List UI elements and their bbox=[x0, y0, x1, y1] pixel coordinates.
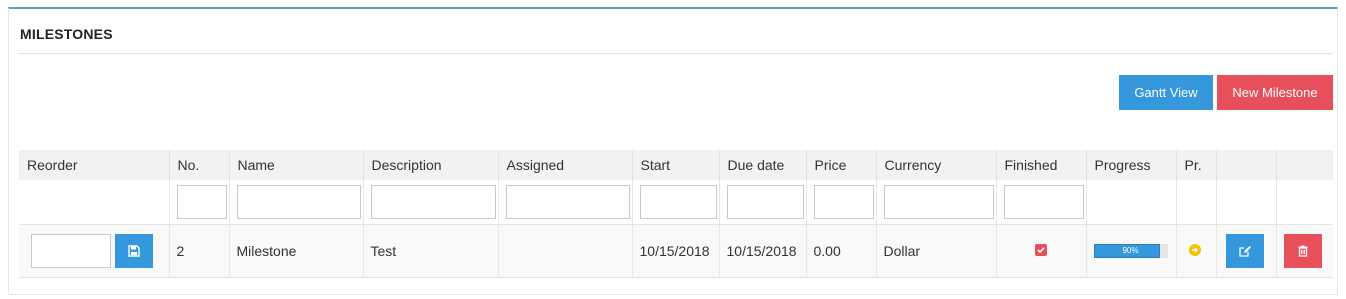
progress-label: 90% bbox=[1122, 246, 1139, 255]
col-assigned[interactable]: Assigned bbox=[497, 150, 632, 180]
filter-price-input[interactable] bbox=[813, 185, 874, 219]
col-currency[interactable]: Currency bbox=[875, 150, 996, 180]
filter-finished-input[interactable] bbox=[1003, 185, 1084, 219]
progress-bar: 90% bbox=[1093, 244, 1168, 258]
cell-name: Milestone bbox=[228, 224, 363, 278]
filter-due-input[interactable] bbox=[726, 185, 804, 219]
cell-assigned bbox=[497, 224, 632, 278]
col-description[interactable]: Description bbox=[362, 150, 498, 180]
gantt-view-button[interactable]: Gantt View bbox=[1119, 75, 1213, 110]
table-row: 2 Milestone Test 10/15/2018 10/15/2018 0… bbox=[19, 224, 1333, 278]
cell-finished bbox=[995, 224, 1086, 278]
milestones-table: Reorder No. Name Description Assigned St… bbox=[19, 150, 1333, 278]
reorder-cell bbox=[19, 224, 169, 278]
col-delete bbox=[1275, 150, 1333, 180]
delete-button[interactable] bbox=[1283, 234, 1322, 268]
cell-delete bbox=[1275, 224, 1333, 278]
save-order-button[interactable] bbox=[115, 234, 153, 268]
header-row: Reorder No. Name Description Assigned St… bbox=[19, 150, 1333, 180]
edit-button[interactable] bbox=[1225, 234, 1264, 268]
cell-description: Test bbox=[362, 224, 498, 278]
col-no[interactable]: No. bbox=[168, 150, 229, 180]
filter-description-input[interactable] bbox=[370, 185, 496, 219]
filter-no-input[interactable] bbox=[176, 185, 227, 219]
title-divider bbox=[18, 53, 1333, 54]
col-start[interactable]: Start bbox=[631, 150, 719, 180]
col-progress[interactable]: Progress bbox=[1085, 150, 1176, 180]
cell-progress: 90% bbox=[1085, 224, 1176, 278]
cell-currency: Dollar bbox=[875, 224, 996, 278]
col-price[interactable]: Price bbox=[805, 150, 876, 180]
cell-no: 2 bbox=[168, 224, 229, 278]
cell-due-date: 10/15/2018 bbox=[718, 224, 806, 278]
cell-edit bbox=[1215, 224, 1276, 278]
order-input[interactable] bbox=[31, 234, 111, 268]
check-square-icon[interactable] bbox=[1034, 244, 1047, 256]
col-name[interactable]: Name bbox=[228, 150, 363, 180]
cell-priority bbox=[1175, 224, 1216, 278]
floppy-disk-icon bbox=[128, 245, 140, 257]
filter-assigned-input[interactable] bbox=[505, 185, 630, 219]
panel-title: MILESTONES bbox=[20, 26, 113, 42]
col-priority[interactable]: Pr. bbox=[1175, 150, 1216, 180]
col-edit bbox=[1215, 150, 1276, 180]
col-finished[interactable]: Finished bbox=[995, 150, 1086, 180]
new-milestone-button[interactable]: New Milestone bbox=[1217, 75, 1333, 110]
arrow-circle-right-icon[interactable] bbox=[1188, 244, 1201, 256]
trash-icon bbox=[1298, 245, 1307, 257]
col-due-date[interactable]: Due date bbox=[718, 150, 806, 180]
col-reorder[interactable]: Reorder bbox=[19, 150, 169, 180]
filter-row bbox=[19, 180, 1333, 225]
filter-currency-input[interactable] bbox=[883, 185, 994, 219]
cell-price: 0.00 bbox=[805, 224, 876, 278]
edit-icon bbox=[1238, 246, 1251, 257]
cell-start: 10/15/2018 bbox=[631, 224, 719, 278]
filter-start-input[interactable] bbox=[639, 185, 717, 219]
filter-name-input[interactable] bbox=[236, 185, 361, 219]
